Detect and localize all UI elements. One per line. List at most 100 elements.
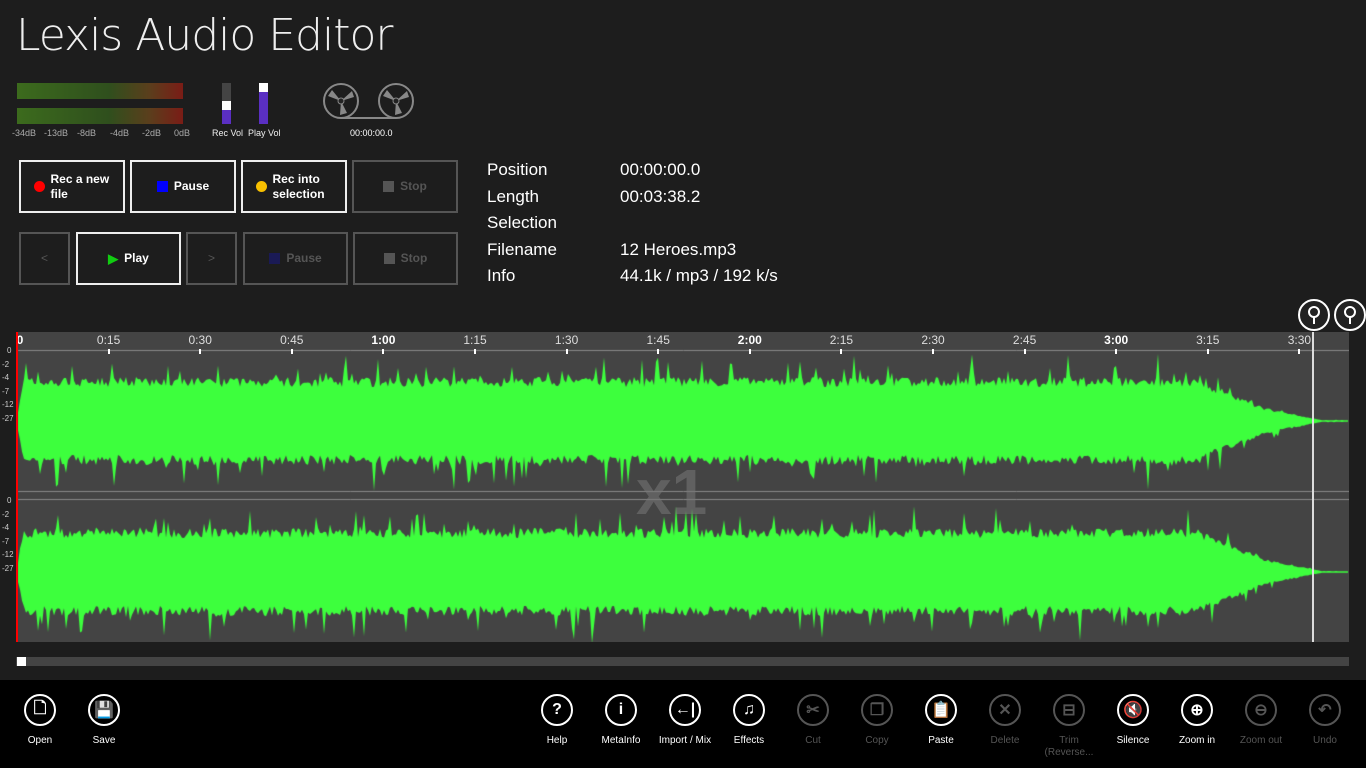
rec-into-selection-button[interactable]: Rec into selection	[241, 160, 347, 213]
open-button[interactable]: 🗋 Open	[8, 694, 72, 747]
effects-button[interactable]: ♫ Effects	[717, 694, 781, 747]
info-icon: i	[605, 694, 637, 726]
time-tick	[565, 349, 568, 354]
button-label: Paste	[928, 735, 954, 746]
paste-button[interactable]: 📋 Paste	[909, 694, 973, 747]
zoom-out-button[interactable]: ⊖ Zoom out	[1229, 694, 1293, 747]
delete-icon: ✕	[989, 694, 1021, 726]
time-tick-label: 2:45	[1012, 333, 1037, 347]
time-tick-label: 0:45	[280, 333, 304, 347]
metainfo-button[interactable]: i MetaInfo	[589, 694, 653, 747]
info-label: Filename	[487, 239, 557, 259]
pause-icon	[269, 253, 281, 264]
play-stop-button[interactable]: Stop	[353, 232, 458, 285]
button-label: Stop	[400, 179, 427, 193]
db-scale-label: -12	[2, 400, 14, 409]
undo-icon: ↶	[1309, 694, 1341, 726]
db-label: -13dB	[44, 128, 69, 138]
copy-icon: ❐	[861, 694, 893, 726]
app-title: Lexis Audio Editor	[16, 10, 393, 61]
db-scale-label: -7	[2, 537, 10, 546]
info-label: Length	[487, 186, 539, 206]
time-tick-label: 1:30	[554, 333, 579, 347]
button-label: Play	[124, 251, 149, 265]
time-tick	[199, 349, 202, 354]
rec-stop-button[interactable]: Stop	[352, 160, 458, 213]
delete-button[interactable]: ✕ Delete	[973, 694, 1037, 747]
time-tick	[932, 349, 934, 354]
record-icon	[255, 181, 267, 192]
time-tick	[748, 349, 751, 354]
level-meter-left	[17, 83, 183, 99]
button-label: Rec a new file	[50, 171, 110, 201]
prev-button[interactable]: <	[19, 232, 70, 285]
button-label: Effects	[733, 735, 765, 746]
rec-vol-label: Rec Vol	[212, 128, 244, 138]
button-label: Copy	[865, 735, 889, 746]
open-file-icon: 🗋	[24, 694, 56, 726]
save-button[interactable]: 💾 Save	[72, 694, 136, 747]
play-pause-button[interactable]: Pause	[243, 232, 348, 285]
time-tick-label: 3:15	[1196, 333, 1220, 347]
info-label: Info	[487, 266, 516, 285]
help-button[interactable]: ? Help	[525, 694, 589, 747]
paste-icon: 📋	[925, 694, 957, 726]
time-tick	[474, 349, 476, 354]
time-tick-label: 0:30	[188, 333, 212, 347]
button-label: Stop	[400, 251, 428, 265]
db-scale-label: 0	[7, 496, 12, 505]
rec-new-file-button[interactable]: Rec a new file	[19, 160, 125, 213]
time-tick-label: 0:15	[96, 333, 121, 347]
button-label: Save	[92, 735, 116, 746]
db-scale-label: -4	[2, 373, 10, 382]
level-meter-right	[17, 108, 183, 124]
trim-reverse-button[interactable]: ⊟ Trim (Reverse...	[1037, 694, 1101, 759]
undo-button[interactable]: ↶ Undo	[1293, 694, 1357, 747]
db-label: -34dB	[12, 128, 37, 138]
zoom-in-icon: ⊕	[1181, 694, 1213, 726]
silence-button[interactable]: 🔇 Silence	[1101, 694, 1165, 747]
rec-volume-slider[interactable]	[222, 83, 231, 124]
play-button[interactable]: ▶ Play	[76, 232, 181, 285]
time-tick-label: 3:30	[1287, 333, 1312, 347]
button-label: MetaInfo	[601, 735, 641, 746]
time-tick	[840, 349, 843, 354]
db-scale-label: -12	[2, 550, 14, 559]
button-label: Zoom out	[1239, 735, 1283, 746]
button-label: Cut	[805, 735, 821, 746]
help-icon: ?	[541, 694, 573, 726]
time-tick	[657, 349, 660, 354]
time-tick	[1298, 349, 1301, 354]
scrollbar-thumb[interactable]	[17, 657, 26, 666]
scissors-icon: ✂	[797, 694, 829, 726]
next-button[interactable]: >	[186, 232, 237, 285]
time-tick	[290, 349, 293, 354]
record-icon	[33, 181, 45, 192]
marker-pin-icon[interactable]	[1333, 299, 1366, 333]
tape-reels-icon	[323, 83, 414, 119]
playhead[interactable]	[16, 332, 18, 642]
effects-icon: ♫	[733, 694, 765, 726]
copy-button[interactable]: ❐ Copy	[845, 694, 909, 747]
rec-pause-button[interactable]: Pause	[130, 160, 236, 213]
import-icon: ←|	[669, 694, 701, 726]
info-label: Position	[487, 160, 548, 179]
import-mix-button[interactable]: ←| Import / Mix	[653, 694, 717, 747]
info-value: 00:03:38.2	[620, 186, 701, 206]
zoom-out-icon: ⊖	[1245, 694, 1277, 726]
info-value: 00:00:00.0	[620, 160, 701, 179]
db-label: -8dB	[77, 128, 97, 138]
db-scale-label: -4	[2, 523, 10, 532]
db-scale-label: -7	[2, 387, 10, 396]
time-tick	[107, 349, 110, 354]
play-volume-slider[interactable]	[259, 83, 268, 124]
horizontal-scrollbar[interactable]	[16, 657, 1349, 666]
play-vol-label: Play Vol	[248, 128, 281, 138]
zoom-watermark: x1	[636, 456, 708, 528]
zoom-in-button[interactable]: ⊕ Zoom in	[1165, 694, 1229, 747]
stop-icon	[383, 253, 395, 264]
time-tick-label: 1:45	[646, 333, 670, 347]
marker-pin-icon[interactable]	[1297, 299, 1331, 333]
db-scale-label: 0	[7, 346, 12, 355]
cut-button[interactable]: ✂ Cut	[781, 694, 845, 747]
